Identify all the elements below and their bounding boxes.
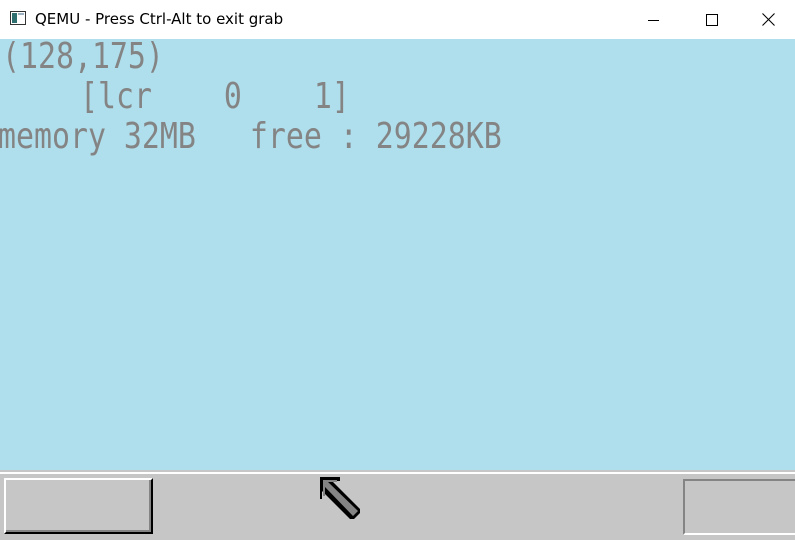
window-title: QEMU - Press Ctrl-Alt to exit grab — [35, 10, 284, 28]
qemu-window-icon — [10, 11, 26, 25]
mouse-cursor-icon — [320, 477, 360, 519]
system-tray — [683, 479, 795, 535]
guest-screen[interactable]: (128,175) [lcr 0 1] memory 32MB free : 2… — [0, 39, 795, 470]
mouse-state-text: [lcr 0 1] — [80, 76, 350, 117]
close-icon — [761, 13, 775, 26]
close-button[interactable] — [741, 0, 795, 39]
taskbar-highlight — [0, 472, 795, 474]
qemu-window: QEMU - Press Ctrl-Alt to exit grab (128,… — [0, 0, 795, 540]
guest-taskbar — [0, 470, 795, 540]
start-button[interactable] — [4, 478, 153, 534]
mouse-coordinates-text: (128,175) — [2, 39, 164, 77]
maximize-button[interactable] — [683, 0, 741, 39]
memory-info-text: memory 32MB free : 29228KB — [0, 116, 502, 157]
minimize-icon — [648, 19, 659, 21]
maximize-icon — [706, 13, 718, 26]
title-bar[interactable]: QEMU - Press Ctrl-Alt to exit grab — [0, 0, 795, 39]
minimize-button[interactable] — [625, 0, 683, 39]
